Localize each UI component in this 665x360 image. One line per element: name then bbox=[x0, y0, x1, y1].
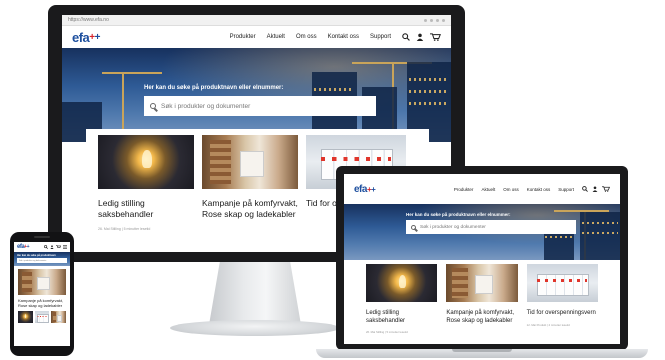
hero-banner: Her kan du søke på produktnavn Søk i pro… bbox=[14, 252, 70, 266]
search-input[interactable]: Søk i produkter og dokumenter bbox=[406, 220, 576, 234]
news-cards: Ledig stilling saksbehandler 26. Mai Sti… bbox=[360, 260, 604, 344]
card-title[interactable]: Ledig stilling saksbehandler bbox=[98, 198, 194, 220]
phone-speaker bbox=[34, 236, 50, 238]
logo-text: efa bbox=[72, 29, 90, 45]
card-title[interactable]: Ledig stilling saksbehandler bbox=[366, 310, 437, 325]
nav-item-produkter[interactable]: Produkter bbox=[230, 34, 256, 40]
phone-thumbnails bbox=[14, 308, 70, 323]
user-icon[interactable] bbox=[416, 33, 424, 41]
hero-banner: Her kan du søke på produktnavn eller eln… bbox=[344, 204, 620, 260]
card-title[interactable]: Kampanje på komfyrvakt, Rose skap og lad… bbox=[202, 198, 298, 220]
news-card[interactable]: Ledig stilling saksbehandler 26. Mai Sti… bbox=[366, 264, 438, 340]
search-input[interactable]: Søk i produkter og dokumenter bbox=[17, 258, 67, 263]
search-input[interactable]: Søk i produkter og dokumenter bbox=[144, 96, 376, 116]
laptop-site: efa + + Produkter Aktuelt Om oss Kontakt … bbox=[344, 174, 620, 344]
news-card[interactable]: Ledig stilling saksbehandler 26. Mai Sti… bbox=[98, 135, 194, 246]
nav-item-kontakt-oss[interactable]: Kontakt oss bbox=[328, 34, 359, 40]
header-icons bbox=[402, 33, 441, 41]
search-icon[interactable] bbox=[582, 186, 588, 192]
menu-icon[interactable] bbox=[63, 245, 67, 249]
nav-item-aktuelt[interactable]: Aktuelt bbox=[481, 187, 495, 192]
search-icon[interactable] bbox=[44, 245, 48, 249]
logo-plus-blue: + bbox=[26, 244, 30, 250]
browser-address-bar[interactable]: https://www.efa.no bbox=[62, 15, 451, 26]
hero-banner: Her kan du søke på produktnavn eller eln… bbox=[62, 48, 451, 142]
search-icon bbox=[411, 224, 416, 230]
efa-logo[interactable]: efa + + bbox=[354, 183, 376, 195]
efa-logo[interactable]: efa + + bbox=[17, 244, 30, 250]
card-meta: 26. Mai Stilling | 5 minutter lesetid bbox=[366, 330, 408, 334]
card-title[interactable]: Kampanje på komfyrvakt, Rose skap og lad… bbox=[18, 298, 66, 308]
cart-icon[interactable] bbox=[56, 245, 61, 249]
card-image-lightbulb[interactable] bbox=[98, 135, 194, 189]
nav-item-kontakt-oss[interactable]: Kontakt oss bbox=[527, 187, 551, 192]
header-icons bbox=[582, 186, 610, 192]
logo-plus-blue: + bbox=[371, 184, 376, 194]
nav-item-produkter[interactable]: Produkter bbox=[454, 187, 474, 192]
monitor-stand bbox=[208, 262, 302, 326]
search-placeholder: Søk i produkter og dokumenter bbox=[161, 102, 251, 110]
card-image-surge-protectors[interactable] bbox=[526, 264, 598, 302]
card-image-campaign[interactable] bbox=[446, 264, 518, 302]
news-card[interactable]: Kampanje på komfyrvakt, Rose skap og lad… bbox=[202, 135, 298, 246]
news-card[interactable]: Tid for overspenningsvern 12. Mai Produk… bbox=[526, 264, 598, 340]
monitor-stand-base bbox=[170, 320, 340, 336]
card-title[interactable]: Tid for overspenningsvern bbox=[527, 310, 598, 318]
thumbnail-surge-protectors[interactable] bbox=[34, 311, 50, 323]
phone-news-card[interactable]: Kampanje på komfyrvakt, Rose skap og lad… bbox=[14, 266, 70, 308]
nav-item-support[interactable]: Support bbox=[370, 34, 391, 40]
search-placeholder: Søk i produkter og dokumenter bbox=[19, 259, 47, 262]
hero-search-prompt: Her kan du søke på produktnavn bbox=[17, 254, 56, 257]
laptop-notch bbox=[452, 349, 512, 352]
card-title[interactable]: Kampanje på komfyrvakt, Rose skap og lad… bbox=[446, 310, 517, 325]
main-nav: Produkter Aktuelt Om oss Kontakt oss Sup… bbox=[454, 186, 610, 192]
logo-text: efa bbox=[17, 244, 25, 250]
hero-search-prompt: Her kan du søke på produktnavn eller eln… bbox=[406, 212, 511, 217]
smartphone: efa + + Her kan du søke på produktnavn Sø… bbox=[10, 232, 74, 356]
user-icon[interactable] bbox=[50, 245, 54, 249]
header-icons bbox=[44, 245, 67, 249]
logo-text: efa bbox=[354, 183, 367, 195]
phone-site: efa + + Her kan du søke på produktnavn Sø… bbox=[14, 242, 70, 346]
card-image-lightbulb[interactable] bbox=[366, 264, 438, 302]
cart-icon[interactable] bbox=[430, 33, 441, 41]
browser-controls bbox=[424, 18, 445, 22]
responsive-devices-mockup: https://www.efa.no efa + + Produkter Aktu… bbox=[0, 0, 665, 360]
nav-item-support[interactable]: Support bbox=[558, 187, 574, 192]
card-meta: 26. Mai Stilling | 5 minutter lesetid bbox=[98, 227, 151, 231]
efa-logo[interactable]: efa + + bbox=[72, 29, 101, 45]
hero-search-prompt: Her kan du søke på produktnavn eller eln… bbox=[144, 85, 284, 91]
site-header: efa + + Produkter Aktuelt Om oss Kontakt … bbox=[344, 174, 620, 204]
main-nav: Produkter Aktuelt Om oss Kontakt oss Sup… bbox=[230, 33, 441, 41]
card-image-campaign[interactable] bbox=[18, 269, 66, 295]
search-placeholder: Søk i produkter og dokumenter bbox=[420, 224, 486, 230]
cart-icon[interactable] bbox=[602, 186, 610, 192]
thumbnail-lightbulb[interactable] bbox=[18, 311, 33, 323]
nav-item-om-oss[interactable]: Om oss bbox=[296, 34, 317, 40]
site-header: efa + + bbox=[14, 242, 70, 252]
card-image-campaign[interactable] bbox=[202, 135, 298, 189]
logo-plus-blue: + bbox=[94, 31, 101, 43]
site-header: efa + + Produkter Aktuelt Om oss Kontakt … bbox=[62, 26, 451, 48]
user-icon[interactable] bbox=[592, 186, 598, 192]
nav-item-aktuelt[interactable]: Aktuelt bbox=[267, 34, 285, 40]
nav-item-om-oss[interactable]: Om oss bbox=[503, 187, 519, 192]
thumbnail-campaign[interactable] bbox=[51, 311, 67, 323]
laptop: efa + + Produkter Aktuelt Om oss Kontakt … bbox=[336, 166, 628, 350]
search-icon bbox=[150, 103, 156, 109]
news-card[interactable]: Kampanje på komfyrvakt, Rose skap og lad… bbox=[446, 264, 518, 340]
card-meta: 12. Mai Produkt | 4 minutter lesetid bbox=[526, 322, 570, 327]
url-text[interactable]: https://www.efa.no bbox=[68, 17, 109, 23]
search-icon[interactable] bbox=[402, 33, 410, 41]
